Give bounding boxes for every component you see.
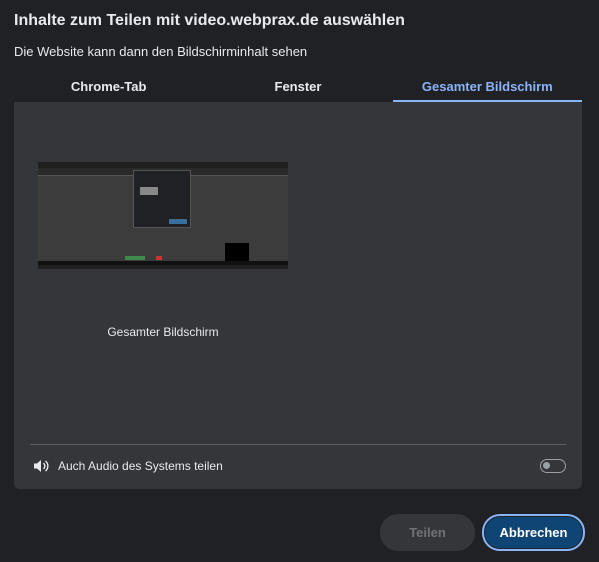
thumbnail-dialog [133, 170, 191, 228]
dialog-title: Inhalte zum Teilen mit video.webprax.de … [14, 12, 405, 29]
thumbnail-video-box [225, 243, 249, 261]
thumbnail-dialog-image [140, 187, 158, 195]
tab-window[interactable]: Fenster [203, 74, 392, 102]
audio-row: Auch Audio des Systems teilen [32, 454, 566, 478]
screen-thumbnail[interactable] [38, 162, 288, 269]
toggle-knob [543, 462, 550, 469]
source-label: Gesamter Bildschirm [107, 325, 219, 339]
thumbnail-dialog-button [169, 219, 187, 224]
audio-label: Auch Audio des Systems teilen [58, 459, 223, 473]
audio-toggle[interactable] [540, 459, 566, 473]
cancel-button[interactable]: Abbrechen [482, 514, 585, 551]
thumbnail-red-bar [156, 256, 162, 260]
thumbnail-green-bar [125, 256, 145, 260]
source-tabs: Chrome-Tab Fenster Gesamter Bildschirm [14, 74, 582, 102]
divider [30, 444, 566, 445]
speaker-icon [32, 458, 50, 474]
share-button[interactable]: Teilen [380, 514, 475, 551]
tab-entire-screen[interactable]: Gesamter Bildschirm [392, 74, 582, 102]
tab-chrome-tab[interactable]: Chrome-Tab [14, 74, 203, 102]
dialog-subtitle: Die Website kann dann den Bildschirminha… [14, 44, 308, 59]
source-panel: Gesamter Bildschirm Auch Audio des Syste… [14, 102, 582, 489]
thumbnail-taskbar [38, 261, 288, 265]
